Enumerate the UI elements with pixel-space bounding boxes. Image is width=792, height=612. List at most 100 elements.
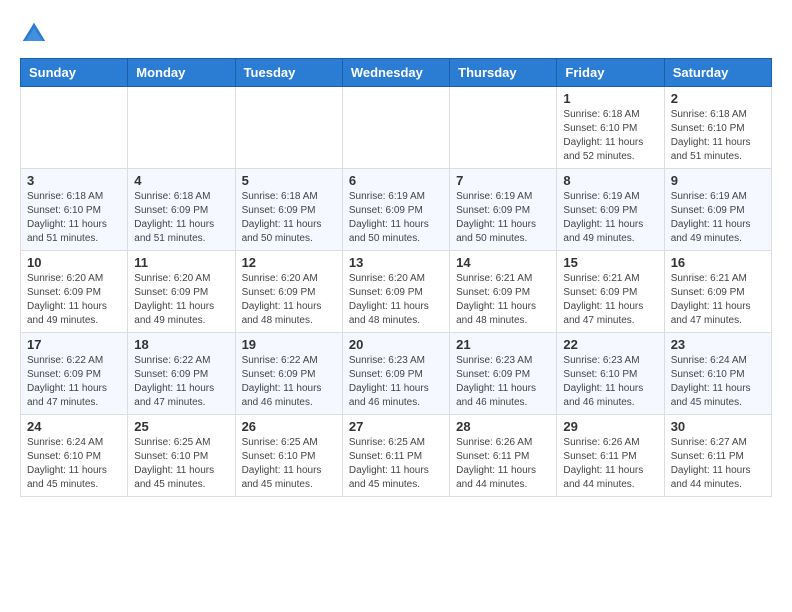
calendar-cell: 1 Sunrise: 6:18 AM Sunset: 6:10 PM Daylig… bbox=[557, 87, 664, 169]
calendar-cell bbox=[450, 87, 557, 169]
day-detail: Sunrise: 6:20 AM Sunset: 6:09 PM Dayligh… bbox=[27, 272, 121, 328]
day-header-monday: Monday bbox=[128, 59, 235, 87]
day-number: 28 bbox=[456, 419, 550, 434]
calendar-cell: 17Sunrise: 6:22 AM Sunset: 6:09 PM Dayli… bbox=[21, 333, 128, 415]
day-detail: Sunrise: 6:18 AM Sunset: 6:10 PM Dayligh… bbox=[563, 108, 657, 164]
calendar-cell: 6 Sunrise: 6:19 AM Sunset: 6:09 PM Daylig… bbox=[342, 169, 449, 251]
calendar-week-2: 3 Sunrise: 6:18 AM Sunset: 6:10 PM Daylig… bbox=[21, 169, 772, 251]
calendar-cell: 23 Sunrise: 6:24 AM Sunset: 6:10 PM Dayli… bbox=[664, 333, 771, 415]
day-detail: Sunrise: 6:19 AM Sunset: 6:09 PM Dayligh… bbox=[671, 190, 765, 246]
day-header-friday: Friday bbox=[557, 59, 664, 87]
day-detail: Sunrise: 6:26 AM Sunset: 6:11 PM Dayligh… bbox=[563, 436, 657, 492]
day-number: 10 bbox=[27, 255, 121, 270]
day-detail: Sunrise: 6:23 AM Sunset: 6:10 PM Dayligh… bbox=[563, 354, 657, 410]
day-number: 24 bbox=[27, 419, 121, 434]
calendar-cell: 29 Sunrise: 6:26 AM Sunset: 6:11 PM Dayli… bbox=[557, 415, 664, 497]
day-number: 7 bbox=[456, 173, 550, 188]
day-detail: Sunrise: 6:25 AM Sunset: 6:11 PM Dayligh… bbox=[349, 436, 443, 492]
day-detail: Sunrise: 6:20 AM Sunset: 6:09 PM Dayligh… bbox=[349, 272, 443, 328]
calendar-cell bbox=[128, 87, 235, 169]
calendar-cell: 11 Sunrise: 6:20 AM Sunset: 6:09 PM Dayli… bbox=[128, 251, 235, 333]
calendar-week-5: 24 Sunrise: 6:24 AM Sunset: 6:10 PM Dayli… bbox=[21, 415, 772, 497]
day-number: 26 bbox=[242, 419, 336, 434]
day-number: 6 bbox=[349, 173, 443, 188]
day-detail: Sunrise: 6:20 AM Sunset: 6:09 PM Dayligh… bbox=[134, 272, 228, 328]
day-detail: Sunrise: 6:26 AM Sunset: 6:11 PM Dayligh… bbox=[456, 436, 550, 492]
day-detail: Sunrise: 6:18 AM Sunset: 6:10 PM Dayligh… bbox=[671, 108, 765, 164]
calendar-cell: 24 Sunrise: 6:24 AM Sunset: 6:10 PM Dayli… bbox=[21, 415, 128, 497]
day-number: 4 bbox=[134, 173, 228, 188]
calendar-cell: 2 Sunrise: 6:18 AM Sunset: 6:10 PM Daylig… bbox=[664, 87, 771, 169]
day-detail: Sunrise: 6:21 AM Sunset: 6:09 PM Dayligh… bbox=[456, 272, 550, 328]
day-header-tuesday: Tuesday bbox=[235, 59, 342, 87]
calendar-header-row: SundayMondayTuesdayWednesdayThursdayFrid… bbox=[21, 59, 772, 87]
calendar-cell: 9Sunrise: 6:19 AM Sunset: 6:09 PM Daylig… bbox=[664, 169, 771, 251]
day-number: 19 bbox=[242, 337, 336, 352]
day-number: 16 bbox=[671, 255, 765, 270]
calendar-week-4: 17 Sunrise: 6:22 AM Sunset: 6:09 PM Dayli… bbox=[21, 333, 772, 415]
calendar-cell: 12Sunrise: 6:20 AM Sunset: 6:09 PM Dayli… bbox=[235, 251, 342, 333]
day-detail: Sunrise: 6:18 AM Sunset: 6:10 PM Dayligh… bbox=[27, 190, 121, 246]
day-number: 22 bbox=[563, 337, 657, 352]
day-number: 20 bbox=[349, 337, 443, 352]
day-number: 13 bbox=[349, 255, 443, 270]
day-detail: Sunrise: 6:21 AM Sunset: 6:09 PM Dayligh… bbox=[563, 272, 657, 328]
day-detail: Sunrise: 6:24 AM Sunset: 6:10 PM Dayligh… bbox=[671, 354, 765, 410]
calendar-cell: 5Sunrise: 6:18 AM Sunset: 6:09 PM Daylig… bbox=[235, 169, 342, 251]
calendar-cell: 7 Sunrise: 6:19 AM Sunset: 6:09 PM Daylig… bbox=[450, 169, 557, 251]
logo bbox=[20, 20, 52, 48]
calendar-cell: 4 Sunrise: 6:18 AM Sunset: 6:09 PM Daylig… bbox=[128, 169, 235, 251]
day-number: 3 bbox=[27, 173, 121, 188]
day-number: 29 bbox=[563, 419, 657, 434]
day-number: 21 bbox=[456, 337, 550, 352]
logo-icon bbox=[20, 20, 48, 48]
calendar-cell: 21 Sunrise: 6:23 AM Sunset: 6:09 PM Dayli… bbox=[450, 333, 557, 415]
day-detail: Sunrise: 6:23 AM Sunset: 6:09 PM Dayligh… bbox=[456, 354, 550, 410]
day-detail: Sunrise: 6:18 AM Sunset: 6:09 PM Dayligh… bbox=[242, 190, 336, 246]
day-detail: Sunrise: 6:21 AM Sunset: 6:09 PM Dayligh… bbox=[671, 272, 765, 328]
day-detail: Sunrise: 6:18 AM Sunset: 6:09 PM Dayligh… bbox=[134, 190, 228, 246]
day-detail: Sunrise: 6:25 AM Sunset: 6:10 PM Dayligh… bbox=[134, 436, 228, 492]
calendar-cell: 3 Sunrise: 6:18 AM Sunset: 6:10 PM Daylig… bbox=[21, 169, 128, 251]
calendar-cell: 18Sunrise: 6:22 AM Sunset: 6:09 PM Dayli… bbox=[128, 333, 235, 415]
calendar-cell: 30 Sunrise: 6:27 AM Sunset: 6:11 PM Dayli… bbox=[664, 415, 771, 497]
day-number: 30 bbox=[671, 419, 765, 434]
day-detail: Sunrise: 6:19 AM Sunset: 6:09 PM Dayligh… bbox=[563, 190, 657, 246]
calendar-cell: 16 Sunrise: 6:21 AM Sunset: 6:09 PM Dayli… bbox=[664, 251, 771, 333]
day-detail: Sunrise: 6:19 AM Sunset: 6:09 PM Dayligh… bbox=[456, 190, 550, 246]
day-detail: Sunrise: 6:19 AM Sunset: 6:09 PM Dayligh… bbox=[349, 190, 443, 246]
calendar-cell bbox=[342, 87, 449, 169]
calendar-cell: 22 Sunrise: 6:23 AM Sunset: 6:10 PM Dayli… bbox=[557, 333, 664, 415]
calendar-cell: 13 Sunrise: 6:20 AM Sunset: 6:09 PM Dayli… bbox=[342, 251, 449, 333]
day-number: 1 bbox=[563, 91, 657, 106]
day-header-thursday: Thursday bbox=[450, 59, 557, 87]
day-detail: Sunrise: 6:27 AM Sunset: 6:11 PM Dayligh… bbox=[671, 436, 765, 492]
day-detail: Sunrise: 6:20 AM Sunset: 6:09 PM Dayligh… bbox=[242, 272, 336, 328]
calendar-cell: 8 Sunrise: 6:19 AM Sunset: 6:09 PM Daylig… bbox=[557, 169, 664, 251]
day-detail: Sunrise: 6:22 AM Sunset: 6:09 PM Dayligh… bbox=[242, 354, 336, 410]
calendar-week-3: 10 Sunrise: 6:20 AM Sunset: 6:09 PM Dayli… bbox=[21, 251, 772, 333]
day-number: 17 bbox=[27, 337, 121, 352]
day-header-wednesday: Wednesday bbox=[342, 59, 449, 87]
calendar-cell: 19 Sunrise: 6:22 AM Sunset: 6:09 PM Dayli… bbox=[235, 333, 342, 415]
day-header-sunday: Sunday bbox=[21, 59, 128, 87]
day-number: 11 bbox=[134, 255, 228, 270]
page-header bbox=[20, 20, 772, 48]
day-detail: Sunrise: 6:24 AM Sunset: 6:10 PM Dayligh… bbox=[27, 436, 121, 492]
day-detail: Sunrise: 6:23 AM Sunset: 6:09 PM Dayligh… bbox=[349, 354, 443, 410]
day-number: 23 bbox=[671, 337, 765, 352]
day-header-saturday: Saturday bbox=[664, 59, 771, 87]
day-number: 8 bbox=[563, 173, 657, 188]
day-number: 2 bbox=[671, 91, 765, 106]
day-number: 27 bbox=[349, 419, 443, 434]
calendar: SundayMondayTuesdayWednesdayThursdayFrid… bbox=[20, 58, 772, 497]
calendar-cell: 10 Sunrise: 6:20 AM Sunset: 6:09 PM Dayli… bbox=[21, 251, 128, 333]
calendar-week-1: 1 Sunrise: 6:18 AM Sunset: 6:10 PM Daylig… bbox=[21, 87, 772, 169]
calendar-cell: 15Sunrise: 6:21 AM Sunset: 6:09 PM Dayli… bbox=[557, 251, 664, 333]
calendar-cell: 27 Sunrise: 6:25 AM Sunset: 6:11 PM Dayli… bbox=[342, 415, 449, 497]
calendar-cell: 14Sunrise: 6:21 AM Sunset: 6:09 PM Dayli… bbox=[450, 251, 557, 333]
day-detail: Sunrise: 6:25 AM Sunset: 6:10 PM Dayligh… bbox=[242, 436, 336, 492]
day-number: 25 bbox=[134, 419, 228, 434]
day-detail: Sunrise: 6:22 AM Sunset: 6:09 PM Dayligh… bbox=[134, 354, 228, 410]
calendar-cell: 28 Sunrise: 6:26 AM Sunset: 6:11 PM Dayli… bbox=[450, 415, 557, 497]
